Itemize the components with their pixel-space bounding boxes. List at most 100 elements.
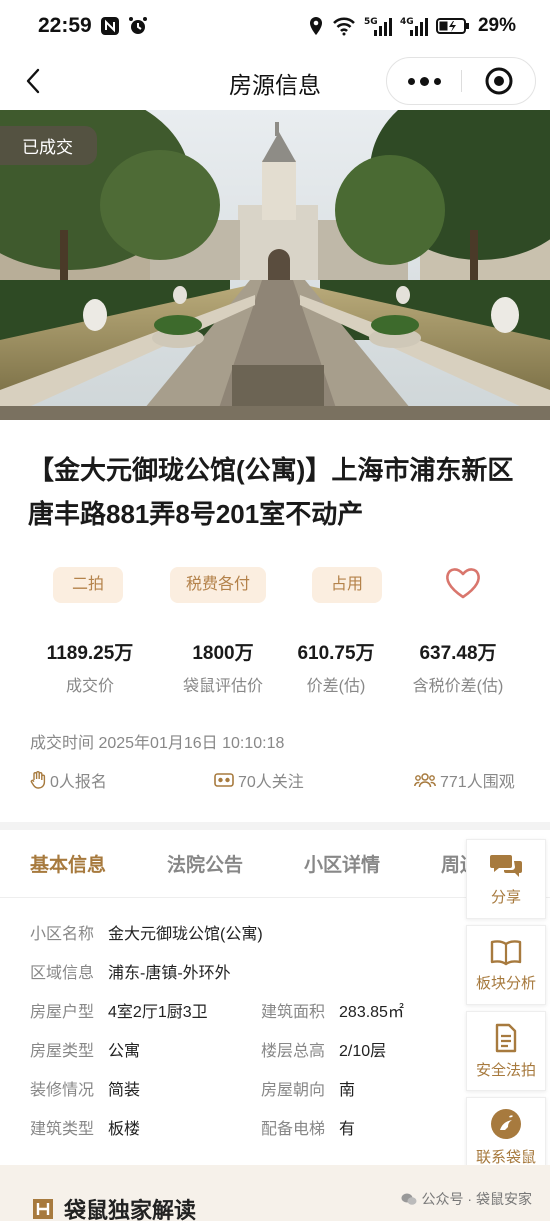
close-mini-program-button[interactable]	[462, 66, 535, 96]
contact-label: 联系袋鼠	[475, 1148, 536, 1166]
document-icon	[495, 1023, 517, 1052]
signal-5g-icon: 5G	[364, 15, 392, 37]
tab-basic-info[interactable]: 基本信息	[30, 850, 106, 877]
info-value: 金大元御珑公馆(公寓)	[108, 926, 263, 943]
stat-label: 价差(估)	[306, 678, 366, 695]
info-key: 配备电梯	[261, 1121, 326, 1138]
stat-price-gap: 610.75万 价差(估)	[276, 638, 396, 696]
info-key: 房屋类型	[30, 1043, 95, 1060]
basic-info-list: 小区名称 金大元御珑公馆(公寓) 区域信息 浦东-唐镇-外环外 房屋户型 4室2厅1厨…	[30, 920, 520, 1154]
info-key: 房屋朝向	[261, 1082, 326, 1099]
watermark: 公众号 · 袋鼠安家	[401, 1189, 532, 1209]
info-key: 装修情况	[30, 1082, 95, 1099]
stat-value: 1800万	[192, 643, 254, 664]
info-value: 南	[339, 1082, 356, 1099]
info-row: 小区名称 金大元御珑公馆(公寓)	[30, 920, 520, 959]
stat-label: 袋鼠评估价	[182, 678, 263, 695]
stat-value: 610.75万	[297, 643, 375, 664]
stat-label: 含税价差(估)	[412, 678, 504, 695]
stat-value: 637.48万	[419, 643, 497, 664]
info-key: 房屋户型	[30, 1004, 95, 1021]
sector-analysis-button[interactable]: 板块分析	[466, 925, 546, 1005]
open-book-icon	[490, 939, 522, 965]
info-row: 房屋类型 公寓 楼层总高 2/10层	[30, 1037, 520, 1076]
info-row: 装修情况 简装 房屋朝向南	[30, 1076, 520, 1115]
watcher-count: 771人围观	[414, 768, 515, 792]
safe-auction-label: 安全法拍	[475, 1061, 536, 1079]
kangaroo-logo-icon	[491, 1108, 521, 1139]
price-stats: 1189.25万 成交价 1800万 袋鼠评估价 610.75万 价差(估) 6…	[0, 638, 550, 698]
section-title: 袋鼠独家解读	[30, 1193, 196, 1221]
info-value: 浦东-唐镇-外环外	[108, 965, 231, 982]
wifi-icon	[332, 16, 356, 36]
info-type: 房屋类型 公寓	[30, 1037, 140, 1061]
info-elevator: 配备电梯有	[261, 1115, 355, 1139]
listing-tags: 二拍 税费各付 占用	[53, 567, 382, 603]
tag-auction-round: 二拍	[53, 567, 123, 603]
signup-count: 0人报名	[30, 768, 107, 792]
info-value: 板楼	[108, 1121, 141, 1138]
battery-percent: 29%	[477, 15, 516, 36]
watermark-text: 公众号 · 袋鼠安家	[421, 1191, 532, 1207]
share-button[interactable]: 分享	[466, 839, 546, 919]
heart-icon	[446, 568, 480, 599]
bookmark-logo-icon	[33, 1199, 53, 1219]
favorite-button[interactable]	[444, 566, 482, 600]
safe-auction-button[interactable]: 安全法拍	[466, 1011, 546, 1091]
net-1-text: 5G	[364, 17, 378, 27]
info-value: 简装	[108, 1082, 141, 1099]
tab-court-notice[interactable]: 法院公告	[167, 850, 243, 877]
stat-price-gap-tax: 637.48万 含税价差(估)	[398, 638, 518, 696]
info-building-type: 建筑类型 板楼	[30, 1115, 140, 1139]
stat-appraisal: 1800万 袋鼠评估价	[163, 638, 283, 696]
listing-title: 【金大元御珑公馆(公寓)】上海市浦东新区唐丰路881弄8号201室不动产	[28, 455, 514, 529]
more-dot-icon	[407, 77, 415, 85]
mini-program-capsule	[386, 57, 536, 105]
info-decoration: 装修情况 简装	[30, 1076, 140, 1100]
stat-deal-price: 1189.25万 成交价	[30, 638, 150, 696]
vr-glasses-icon	[214, 773, 234, 787]
property-photo[interactable]: 已成交	[0, 110, 550, 420]
status-right: 5G 4G 29%	[308, 15, 516, 37]
exclusive-analysis-section: 袋鼠独家解读 公众号 · 袋鼠安家	[0, 1165, 550, 1221]
info-key: 楼层总高	[261, 1043, 326, 1060]
target-icon	[485, 67, 512, 95]
section-title-text: 袋鼠独家解读	[64, 1198, 197, 1221]
watcher-count-text: 771人围观	[440, 774, 515, 791]
status-time: 22:59	[38, 14, 92, 37]
more-dot-icon	[433, 77, 441, 85]
more-button[interactable]	[387, 76, 461, 86]
wechat-icon	[401, 1193, 417, 1205]
info-value: 公寓	[108, 1043, 141, 1060]
info-row: 建筑类型 板楼 配备电梯有	[30, 1115, 520, 1154]
info-key: 区域信息	[30, 965, 95, 982]
info-layout: 房屋户型 4室2厅1厨3卫	[30, 998, 208, 1022]
battery-icon	[435, 17, 470, 35]
follower-count: 70人关注	[214, 768, 304, 792]
info-key: 建筑面积	[261, 1004, 326, 1021]
engagement-counters: 0人报名 70人关注 771人围观	[30, 768, 530, 792]
info-key: 小区名称	[30, 926, 95, 943]
info-value: 4室2厅1厨3卫	[108, 1004, 208, 1021]
stat-label: 成交价	[65, 678, 114, 695]
stat-value: 1189.25万	[46, 643, 134, 664]
nfc-icon	[100, 16, 120, 36]
signup-count-text: 0人报名	[50, 774, 107, 791]
status-left: 22:59	[38, 14, 148, 38]
info-area: 区域信息 浦东-唐镇-外环外	[30, 959, 231, 983]
tag-occupied: 占用	[312, 567, 382, 603]
chat-bubbles-icon	[490, 854, 522, 877]
info-floor: 楼层总高 2/10层	[261, 1037, 386, 1061]
signal-4g-icon: 4G	[400, 15, 428, 37]
hand-icon	[30, 771, 46, 789]
info-value: 283.85㎡	[339, 1004, 404, 1021]
deal-time: 成交时间 2025年01月16日 10:10:18	[30, 735, 285, 752]
alarm-icon	[128, 16, 148, 36]
tab-community-details[interactable]: 小区详情	[304, 850, 380, 877]
floating-action-panel: 分享 板块分析 安全法拍 联系袋鼠	[466, 839, 546, 1183]
info-community: 小区名称 金大元御珑公馆(公寓)	[30, 920, 263, 944]
status-bar: 22:59 5G 4G 29%	[0, 0, 550, 52]
info-key: 建筑类型	[30, 1121, 95, 1138]
info-size: 建筑面积 283.85㎡	[261, 998, 404, 1022]
group-icon	[414, 773, 436, 788]
